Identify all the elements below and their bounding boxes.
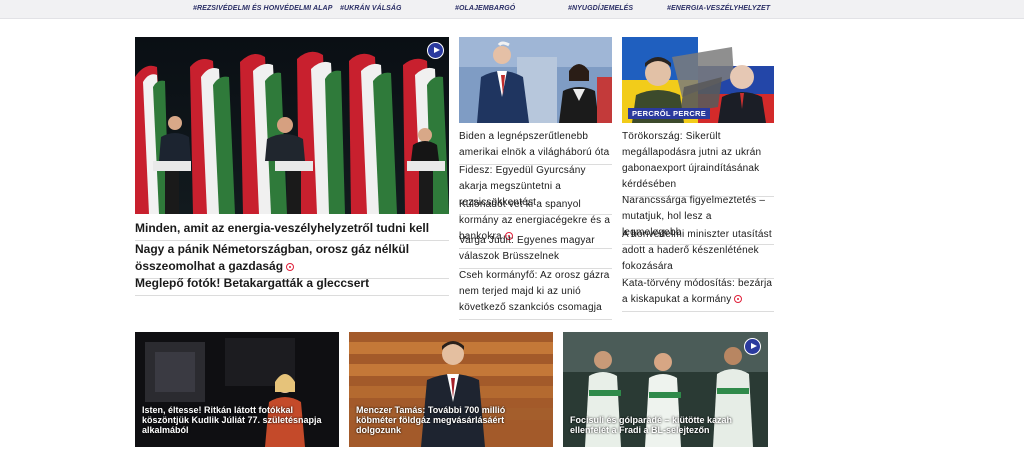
middle-headline-5[interactable]: Cseh kormányfő: Az orosz gázra nem terje… bbox=[459, 268, 612, 320]
bottom-card-2-caption: Menczer Tamás: További 700 millió köbmét… bbox=[356, 405, 506, 435]
record-icon bbox=[286, 262, 295, 271]
right-headline-1[interactable]: Törökország: Sikerült megállapodásra jut… bbox=[622, 129, 774, 197]
tag-link-nyugdijemeles[interactable]: #NYUGDÍJEMELÉS bbox=[568, 5, 633, 12]
middle-headline-1[interactable]: Biden a legnépszerűtlenebb amerikai elnö… bbox=[459, 129, 612, 165]
tag-link-rezsivedelmi[interactable]: #REZSIVÉDELMI ÉS HONVÉDELMI ALAP bbox=[193, 5, 332, 12]
tag-link-energia-veszelyhelyzet[interactable]: #ENERGIA-VESZÉLYHELYZET bbox=[667, 5, 770, 12]
main-headline-2[interactable]: Nagy a pánik Németországban, orosz gáz n… bbox=[135, 241, 449, 279]
main-headline-3[interactable]: Meglepő fotók! Betakargatták a gleccsert bbox=[135, 275, 449, 296]
middle-headline-4[interactable]: Varga Judit: Egyenes magyar válaszok Brü… bbox=[459, 233, 612, 269]
biden-harris-photo bbox=[459, 37, 612, 123]
middle-article-image[interactable] bbox=[459, 37, 612, 123]
live-badge: PERCRŐL PERCRE bbox=[628, 108, 711, 119]
bottom-card-1[interactable]: Isten, éltesse! Ritkán látott fotókkal k… bbox=[135, 332, 339, 447]
press-conference-photo bbox=[135, 37, 449, 214]
bottom-card-1-caption: Isten, éltesse! Ritkán látott fotókkal k… bbox=[142, 405, 322, 435]
lead-headline[interactable]: Minden, amit az energia-veszélyhelyzetrő… bbox=[135, 220, 449, 241]
video-play-icon[interactable] bbox=[427, 42, 444, 59]
tag-link-ukran-valsag[interactable]: #UKRÁN VÁLSÁG bbox=[340, 5, 402, 12]
topic-tag-bar: #REZSIVÉDELMI ÉS HONVÉDELMI ALAP #UKRÁN … bbox=[0, 0, 1024, 19]
lead-article-image[interactable] bbox=[135, 37, 449, 214]
right-headline-4-text: Kata-törvény módosítás: bezárja a kiskap… bbox=[622, 278, 773, 305]
main-headline-2-text: Nagy a pánik Németországban, orosz gáz n… bbox=[135, 242, 410, 273]
video-play-icon[interactable] bbox=[744, 338, 761, 355]
record-icon bbox=[734, 295, 743, 304]
right-headline-3[interactable]: A honvédelmi miniszter utasítást adott a… bbox=[622, 227, 774, 279]
bottom-card-3[interactable]: Focisuli és gólparádé – kiütötte kazah e… bbox=[563, 332, 768, 447]
bottom-card-2[interactable]: Menczer Tamás: További 700 millió köbmét… bbox=[349, 332, 553, 447]
right-article-image[interactable]: PERCRŐL PERCRE bbox=[622, 37, 774, 123]
right-headline-4[interactable]: Kata-törvény módosítás: bezárja a kiskap… bbox=[622, 276, 774, 312]
bottom-card-3-caption: Focisuli és gólparádé – kiütötte kazah e… bbox=[570, 415, 733, 435]
tag-link-olajembargo[interactable]: #OLAJEMBARGÓ bbox=[455, 5, 515, 12]
